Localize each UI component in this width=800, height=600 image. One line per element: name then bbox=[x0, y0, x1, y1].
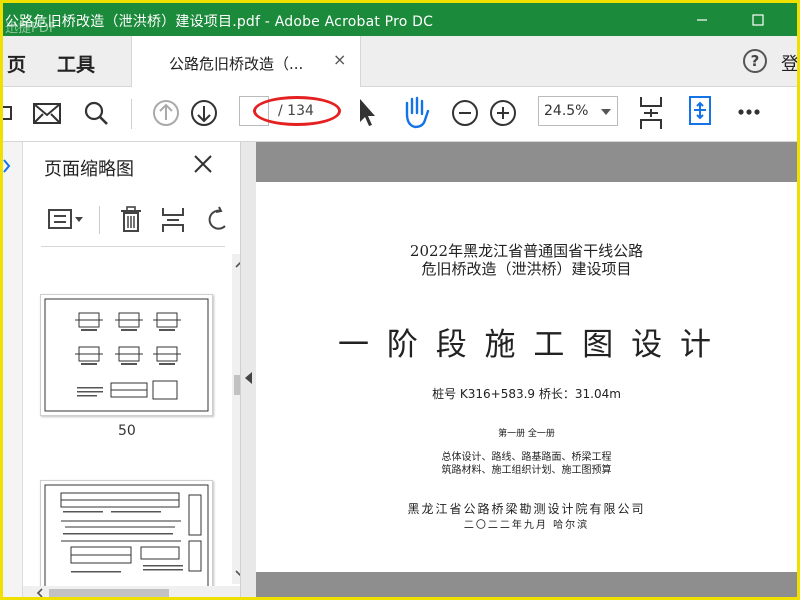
thumbnail-page-number: 50 bbox=[118, 423, 136, 439]
thumbnail-drawing bbox=[44, 298, 209, 412]
doc-stake-info: 桩号 K316+583.9 桥长：31.04m bbox=[432, 387, 621, 401]
title-bar: 公路危旧桥改造（泄洪桥）建设项目.pdf - Adobe Acrobat Pro… bbox=[3, 3, 797, 36]
search-icon[interactable] bbox=[81, 87, 111, 141]
maximize-icon bbox=[752, 13, 764, 26]
document-view[interactable]: 2022年黑龙江省普通国省干线公路 危旧桥改造（泄洪桥）建设项目 一 阶 段 施… bbox=[256, 142, 797, 597]
document-tab[interactable]: 公路危旧桥改造（... × bbox=[131, 36, 361, 87]
page-thumbnail[interactable] bbox=[40, 480, 213, 588]
insert-page-icon[interactable] bbox=[159, 202, 189, 238]
next-page-icon[interactable] bbox=[189, 87, 219, 141]
zoom-out-icon[interactable] bbox=[450, 87, 480, 141]
tools-menu[interactable]: 工具 bbox=[57, 50, 95, 77]
minimize-button[interactable] bbox=[679, 3, 725, 36]
panel-tool-separator bbox=[99, 206, 100, 234]
rotate-icon[interactable] bbox=[203, 202, 233, 238]
app-window: 公路危旧桥改造（泄洪桥）建设项目.pdf - Adobe Acrobat Pro… bbox=[0, 0, 800, 600]
pdf-page: 2022年黑龙江省普通国省干线公路 危旧桥改造（泄洪桥）建设项目 一 阶 段 施… bbox=[256, 182, 797, 572]
horizontal-scrollbar[interactable] bbox=[23, 586, 240, 600]
watermark: 迅捷PDF bbox=[5, 21, 57, 36]
home-menu[interactable]: 页 bbox=[7, 50, 26, 77]
panel-divider bbox=[41, 246, 225, 247]
options-menu-icon[interactable] bbox=[47, 202, 87, 238]
fit-page-icon[interactable] bbox=[685, 87, 715, 141]
help-button[interactable]: ? bbox=[743, 49, 767, 73]
doc-volume-info: 第一册 全一册 bbox=[498, 429, 555, 439]
red-annotation-ellipse bbox=[253, 96, 341, 126]
zoom-value: 24.5% bbox=[544, 103, 589, 119]
scrolling-mode-icon[interactable] bbox=[635, 87, 667, 141]
doc-contents-line2: 筑路材料、施工组织计划、施工图预算 bbox=[441, 465, 612, 476]
window-title: 公路危旧桥改造（泄洪桥）建设项目.pdf - Adobe Acrobat Pro… bbox=[5, 14, 434, 30]
hand-tool-icon[interactable] bbox=[399, 87, 433, 141]
maximize-button[interactable] bbox=[735, 3, 781, 36]
more-icon[interactable] bbox=[735, 87, 765, 141]
toolbar-separator bbox=[131, 99, 132, 129]
close-icon[interactable] bbox=[191, 152, 215, 176]
thumbnail-drawing bbox=[44, 484, 209, 588]
menu-tab-bar: 页 工具 公路危旧桥改造（... × ? 登 bbox=[3, 36, 797, 87]
trash-icon[interactable] bbox=[117, 202, 147, 238]
horizontal-scroll-thumb[interactable] bbox=[49, 589, 169, 597]
minimize-icon bbox=[697, 18, 707, 21]
panel-collapse-bar[interactable] bbox=[240, 142, 256, 597]
thumbnails-panel: 页面缩略图 50 bbox=[23, 142, 250, 597]
chevron-left-icon[interactable] bbox=[33, 586, 47, 600]
zoom-dropdown[interactable]: 24.5% bbox=[538, 96, 618, 126]
sign-in-button[interactable]: 登 bbox=[781, 50, 797, 76]
doc-title-line2: 危旧桥改造（泄洪桥）建设项目 bbox=[421, 260, 632, 278]
zoom-in-icon[interactable] bbox=[488, 87, 518, 141]
page-thumbnail[interactable] bbox=[40, 294, 213, 416]
chevron-down-icon bbox=[601, 109, 611, 115]
thumbnails-tab-icon[interactable] bbox=[3, 152, 22, 212]
doc-main-title: 一 阶 段 施 工 图 设 计 bbox=[338, 327, 715, 363]
print-icon[interactable] bbox=[3, 87, 15, 141]
document-tab-label: 公路危旧桥改造（... bbox=[169, 55, 304, 73]
panel-toolbar bbox=[43, 202, 243, 238]
collapse-arrow-icon bbox=[245, 372, 252, 384]
panel-title: 页面缩略图 bbox=[44, 159, 134, 180]
doc-date-place: 二〇二二年九月 哈尔滨 bbox=[463, 520, 590, 531]
main-toolbar: / 134 24.5% bbox=[3, 87, 797, 142]
doc-company: 黑龙江省公路桥梁勘测设计院有限公司 bbox=[407, 502, 646, 516]
navigation-strip bbox=[3, 142, 23, 597]
close-tab-button[interactable]: × bbox=[333, 50, 346, 69]
select-tool-icon[interactable] bbox=[355, 87, 379, 141]
email-icon[interactable] bbox=[31, 87, 63, 141]
previous-page-icon[interactable] bbox=[151, 87, 181, 141]
